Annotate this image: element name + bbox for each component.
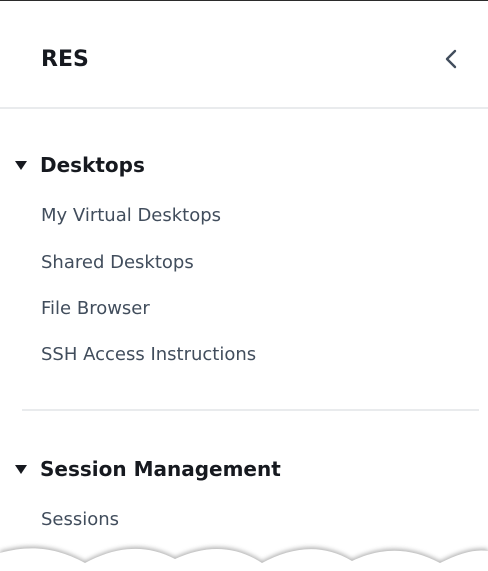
caret-down-icon (15, 161, 27, 170)
section-divider (22, 409, 479, 411)
nav-link-sessions[interactable]: Sessions (41, 508, 119, 532)
section-label: Session Management (40, 457, 281, 481)
section-session-management-header[interactable]: Session Management (14, 456, 281, 482)
chevron-left-icon (445, 49, 457, 69)
nav-link-my-virtual-desktops[interactable]: My Virtual Desktops (41, 204, 221, 228)
section-desktops-header[interactable]: Desktops (14, 152, 145, 178)
nav-header: RES (0, 1, 488, 109)
caret-down-icon (15, 465, 27, 474)
nav-link-file-browser[interactable]: File Browser (41, 297, 150, 321)
app-title[interactable]: RES (41, 45, 89, 75)
collapse-nav-button[interactable] (440, 47, 464, 71)
torn-edge-decoration (0, 546, 488, 571)
nav-link-ssh-access-instructions[interactable]: SSH Access Instructions (41, 343, 256, 367)
section-label: Desktops (40, 153, 145, 177)
side-navigation: RES Desktops My Virtual Desktops Shared … (0, 0, 488, 571)
nav-link-shared-desktops[interactable]: Shared Desktops (41, 251, 194, 275)
